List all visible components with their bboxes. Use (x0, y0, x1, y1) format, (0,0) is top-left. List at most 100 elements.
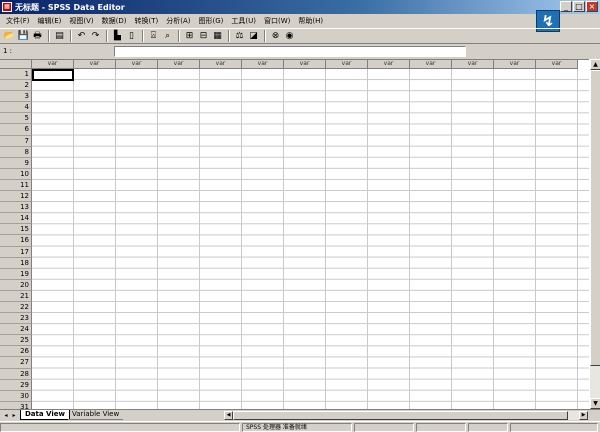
row-header[interactable]: 9 (0, 157, 32, 169)
menu-item[interactable]: 编辑(E) (34, 16, 66, 26)
menu-item[interactable]: 分析(A) (162, 16, 194, 26)
column-header[interactable]: var (536, 60, 578, 69)
cell-editor-bar: 1 : (0, 45, 600, 58)
weight-cases-icon[interactable]: ⚖ (233, 30, 246, 43)
horizontal-scroll-thumb[interactable] (233, 411, 568, 420)
row-header[interactable]: 4 (0, 102, 32, 114)
column-header[interactable]: var (368, 60, 410, 69)
row-header[interactable]: 14 (0, 213, 32, 225)
value-labels-icon[interactable]: ⊗ (269, 30, 282, 43)
sheet-tab-row: ◂ ▸ Data View Variable View ◀ ▶ (0, 409, 600, 420)
column-header[interactable]: var (410, 60, 452, 69)
tab-prev-arrow-icon[interactable]: ◂ (2, 411, 10, 420)
menu-item[interactable]: 文件(F) (2, 16, 34, 26)
spss-window: ▦ 无标题 - SPSS Data Editor _ □ × 文件(F) 编辑(E… (0, 0, 600, 432)
toolbar-separator (264, 30, 266, 42)
row-header[interactable]: 17 (0, 246, 32, 258)
row-header[interactable]: 27 (0, 357, 32, 369)
tab-next-arrow-icon[interactable]: ▸ (10, 411, 18, 420)
redo-icon[interactable]: ↷ (89, 30, 102, 43)
scroll-up-arrow-icon[interactable]: ▲ (590, 59, 600, 70)
row-header[interactable]: 12 (0, 191, 32, 203)
row-header[interactable]: 19 (0, 268, 32, 280)
tab-data-view[interactable]: Data View (20, 410, 70, 420)
variables-icon[interactable]: ⍓ (147, 30, 160, 43)
save-icon[interactable]: 💾 (17, 30, 30, 43)
menu-item[interactable]: 视图(V) (65, 16, 97, 26)
row-header[interactable]: 6 (0, 124, 32, 136)
column-header[interactable]: var (74, 60, 116, 69)
cell-value-input[interactable] (114, 46, 466, 57)
row-header[interactable]: 21 (0, 290, 32, 302)
row-header[interactable]: 31 (0, 401, 32, 409)
column-header[interactable]: var (326, 60, 368, 69)
row-header[interactable]: 5 (0, 113, 32, 125)
active-cell[interactable] (32, 69, 74, 81)
grid-cells[interactable] (32, 69, 589, 409)
toolbar-separator (106, 30, 108, 42)
menu-item[interactable]: 图形(G) (195, 16, 228, 26)
goto-chart-icon[interactable]: ▙ (111, 30, 124, 43)
row-header[interactable]: 24 (0, 324, 32, 336)
goto-case-icon[interactable]: ▯ (125, 30, 138, 43)
menu-item[interactable]: 数据(D) (98, 16, 131, 26)
status-bar: SPSS 处理器 准备就绪 (0, 421, 600, 432)
row-header[interactable]: 30 (0, 390, 32, 402)
row-header[interactable]: 15 (0, 224, 32, 236)
undo-icon[interactable]: ↶ (75, 30, 88, 43)
column-header[interactable]: var (200, 60, 242, 69)
find-icon[interactable]: ⌕ (161, 30, 174, 43)
row-header[interactable]: 1 (0, 69, 32, 81)
scroll-down-arrow-icon[interactable]: ▼ (590, 398, 600, 409)
menu-item[interactable]: 帮助(H) (294, 16, 327, 26)
spss-grid-icon[interactable]: ▦ (2, 2, 12, 12)
column-header[interactable]: var (116, 60, 158, 69)
row-header[interactable]: 3 (0, 91, 32, 103)
scroll-left-arrow-icon[interactable]: ◀ (224, 411, 233, 420)
select-cases-icon[interactable]: ◪ (247, 30, 260, 43)
close-button[interactable]: × (586, 1, 598, 12)
tab-variable-view[interactable]: Variable View (68, 410, 124, 420)
menu-item[interactable]: 窗口(W) (260, 16, 294, 26)
title-bar[interactable]: ▦ 无标题 - SPSS Data Editor _ □ × (0, 0, 600, 14)
minimize-button[interactable]: _ (560, 1, 572, 12)
column-header[interactable]: var (158, 60, 200, 69)
column-header[interactable]: var (452, 60, 494, 69)
row-header[interactable]: 25 (0, 335, 32, 347)
horizontal-scrollbar[interactable]: ◀ ▶ (224, 411, 588, 420)
row-header[interactable]: 29 (0, 379, 32, 391)
print-icon[interactable]: 🖶 (31, 30, 44, 43)
row-header[interactable]: 13 (0, 202, 32, 214)
row-header[interactable]: 22 (0, 301, 32, 314)
insert-cases-icon[interactable]: ⊞ (183, 30, 196, 43)
row-header[interactable]: 2 (0, 80, 32, 92)
open-file-icon[interactable]: 📂 (3, 30, 16, 43)
tab-navigation: ◂ ▸ (2, 411, 18, 420)
maximize-button[interactable]: □ (573, 1, 585, 12)
row-header[interactable]: 8 (0, 146, 32, 158)
use-sets-icon[interactable]: ◉ (283, 30, 296, 43)
row-header[interactable]: 11 (0, 179, 32, 192)
row-header[interactable]: 7 (0, 135, 32, 147)
menu-item[interactable]: 工具(U) (227, 16, 260, 26)
row-header[interactable]: 18 (0, 257, 32, 269)
vertical-scroll-thumb[interactable] (590, 70, 600, 366)
data-grid[interactable]: var var var var var var var var var var var var var … (0, 59, 589, 409)
grid-corner[interactable] (0, 60, 32, 69)
menu-item[interactable]: 转换(T) (131, 16, 163, 26)
column-header[interactable]: var (494, 60, 536, 69)
vertical-scrollbar[interactable]: ▲ ▼ (589, 59, 600, 409)
row-header[interactable]: 23 (0, 313, 32, 325)
row-header[interactable]: 20 (0, 279, 32, 291)
column-header[interactable]: var (242, 60, 284, 69)
split-file-icon[interactable]: ▦ (211, 30, 224, 43)
row-header[interactable]: 26 (0, 346, 32, 358)
insert-variable-icon[interactable]: ⊟ (197, 30, 210, 43)
row-header[interactable]: 28 (0, 368, 32, 380)
column-header[interactable]: var (32, 60, 74, 69)
column-header[interactable]: var (284, 60, 326, 69)
row-header[interactable]: 10 (0, 168, 32, 180)
scroll-right-arrow-icon[interactable]: ▶ (579, 411, 588, 420)
row-header[interactable]: 16 (0, 235, 32, 247)
dialog-recall-icon[interactable]: ▤ (53, 30, 66, 43)
